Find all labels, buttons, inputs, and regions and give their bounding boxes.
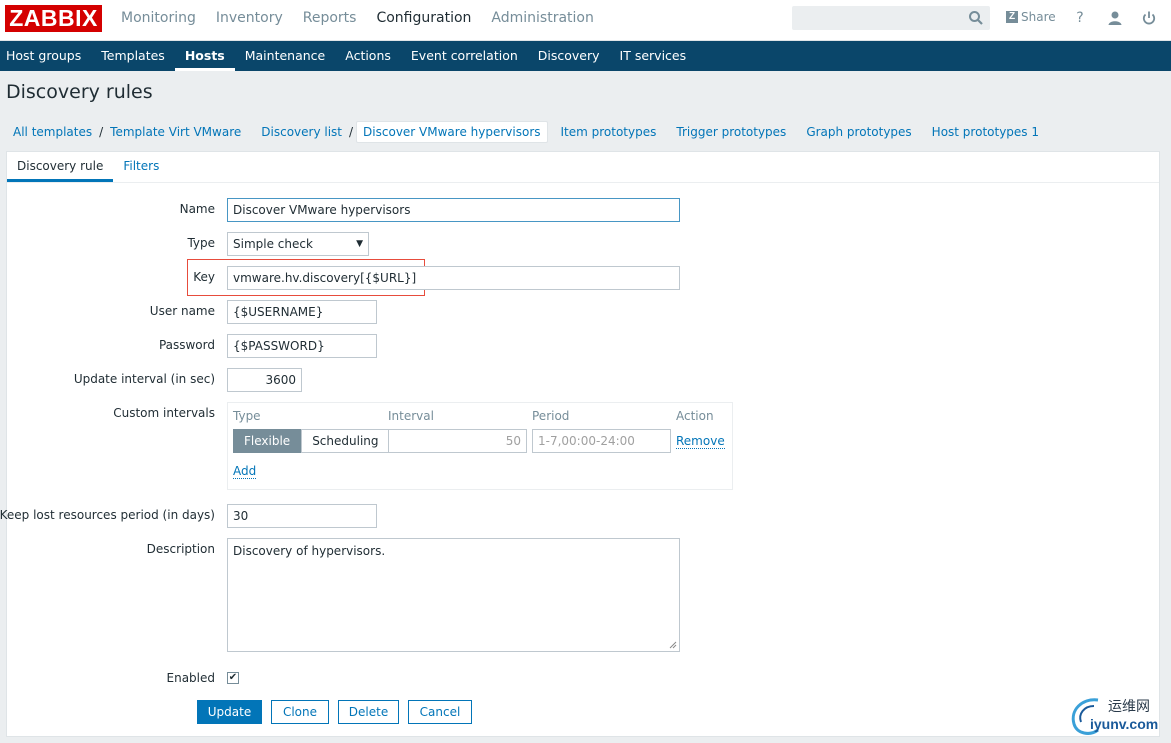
submenu-discovery[interactable]: Discovery <box>528 41 610 71</box>
tab-filters[interactable]: Filters <box>113 152 169 182</box>
submenu-maintenance[interactable]: Maintenance <box>235 41 336 71</box>
scheduling-button[interactable]: Scheduling <box>301 429 390 453</box>
watermark-logo: 运维网 iyunv.com <box>1068 694 1168 738</box>
description-textarea[interactable]: Discovery of hypervisors. <box>227 538 680 652</box>
username-input[interactable]: {$USERNAME} <box>227 300 377 324</box>
power-icon[interactable] <box>1140 9 1158 27</box>
type-label: Type <box>187 236 215 250</box>
share-button[interactable]: Z Share <box>1006 10 1056 24</box>
name-input[interactable]: Discover VMware hypervisors <box>227 198 680 222</box>
zabbix-share-icon: Z <box>1006 11 1018 23</box>
cancel-button[interactable]: Cancel <box>408 700 472 724</box>
tab-discovery-rule[interactable]: Discovery rule <box>7 152 114 182</box>
key-input[interactable]: vmware.hv.discovery[{$URL}] <box>227 266 680 290</box>
tab-divider <box>7 182 1159 183</box>
breadcrumb-trigger-prototypes[interactable]: Trigger prototypes <box>669 125 793 139</box>
search-input[interactable] <box>792 6 990 30</box>
custom-intervals-label: Custom intervals <box>113 406 215 420</box>
password-input[interactable]: {$PASSWORD} <box>227 334 377 358</box>
add-link[interactable]: Add <box>233 464 257 479</box>
dropdown-arrow-icon: ▼ <box>356 239 363 249</box>
breadcrumb-template[interactable]: Template Virt VMware <box>103 125 248 139</box>
delete-button[interactable]: Delete <box>338 700 399 724</box>
ci-col-type: Type <box>233 409 261 423</box>
keep-lost-input[interactable]: 30 <box>227 504 377 528</box>
description-text: Discovery of hypervisors. <box>233 544 386 558</box>
tab-bar: Discovery rule Filters <box>7 152 169 182</box>
page-title: Discovery rules <box>6 81 153 103</box>
ci-period-input[interactable]: 1-7,00:00-24:00 <box>532 429 671 453</box>
top-header: ZABBIX Monitoring Inventory Reports Conf… <box>0 0 1171 41</box>
search-icon[interactable] <box>968 10 984 26</box>
enabled-label: Enabled <box>166 671 216 685</box>
description-label: Description <box>146 542 215 556</box>
breadcrumb-item-prototypes[interactable]: Item prototypes <box>554 125 664 139</box>
submenu-templates[interactable]: Templates <box>91 41 175 71</box>
flexible-button[interactable]: Flexible <box>233 429 302 453</box>
checkmark-icon: ✔ <box>228 672 238 683</box>
menu-administration[interactable]: Administration <box>481 0 603 40</box>
submenu-host-groups[interactable]: Host groups <box>0 41 91 71</box>
menu-monitoring[interactable]: Monitoring <box>111 0 206 40</box>
ci-col-action: Action <box>676 409 714 423</box>
question-icon[interactable]: ? <box>1071 9 1089 27</box>
key-label: Key <box>193 270 215 284</box>
breadcrumb-discovery-list[interactable]: Discovery list <box>254 125 349 139</box>
submenu-event-correlation[interactable]: Event correlation <box>401 41 528 71</box>
breadcrumb-current-rule[interactable]: Discover VMware hypervisors <box>356 121 548 143</box>
form-panel: Discovery rule Filters Name Discover VMw… <box>0 151 1160 737</box>
name-label: Name <box>179 202 215 216</box>
ci-col-interval: Interval <box>388 409 434 423</box>
ci-col-period: Period <box>532 409 570 423</box>
remove-link[interactable]: Remove <box>676 434 725 449</box>
share-label: Share <box>1021 10 1056 24</box>
interval-type-toggle: Flexible Scheduling <box>233 429 390 453</box>
user-icon[interactable] <box>1106 9 1124 27</box>
watermark-en: iyunv.com <box>1090 716 1159 732</box>
enabled-checkbox[interactable]: ✔ <box>227 672 239 684</box>
watermark-cn: 运维网 <box>1108 699 1150 715</box>
breadcrumb-separator: / <box>349 125 354 139</box>
custom-intervals-table: Type Interval Period Action Flexible Sch… <box>227 402 733 490</box>
password-label: Password <box>158 338 215 352</box>
keep-lost-label: Keep lost resources period (in days) <box>0 508 215 522</box>
top-menu: Monitoring Inventory Reports Configurati… <box>111 0 604 40</box>
breadcrumb-graph-prototypes[interactable]: Graph prototypes <box>799 125 918 139</box>
submenu-actions[interactable]: Actions <box>335 41 401 71</box>
username-label: User name <box>149 304 215 318</box>
submenu-it-services[interactable]: IT services <box>610 41 697 71</box>
type-select[interactable]: Simple check ▼ <box>227 232 369 256</box>
breadcrumb-host-prototypes[interactable]: Host prototypes 1 <box>925 125 1046 139</box>
type-select-value: Simple check <box>233 237 313 251</box>
clone-button[interactable]: Clone <box>271 700 329 724</box>
submenu-hosts[interactable]: Hosts <box>174 41 235 71</box>
menu-configuration[interactable]: Configuration <box>366 0 481 40</box>
ci-interval-input[interactable]: 50 <box>388 429 527 453</box>
menu-inventory[interactable]: Inventory <box>206 0 293 40</box>
sub-menu: Host groups Templates Hosts Maintenance … <box>0 41 1171 71</box>
breadcrumb-all-templates[interactable]: All templates <box>6 125 99 139</box>
menu-reports[interactable]: Reports <box>293 0 367 40</box>
update-interval-input[interactable]: 3600 <box>227 368 302 392</box>
update-interval-label: Update interval (in sec) <box>73 372 215 386</box>
resize-grip-icon[interactable] <box>669 641 677 649</box>
breadcrumb: All templates / Template Virt VMware Dis… <box>6 121 1046 143</box>
update-button[interactable]: Update <box>197 700 262 724</box>
zabbix-logo[interactable]: ZABBIX <box>5 5 102 32</box>
